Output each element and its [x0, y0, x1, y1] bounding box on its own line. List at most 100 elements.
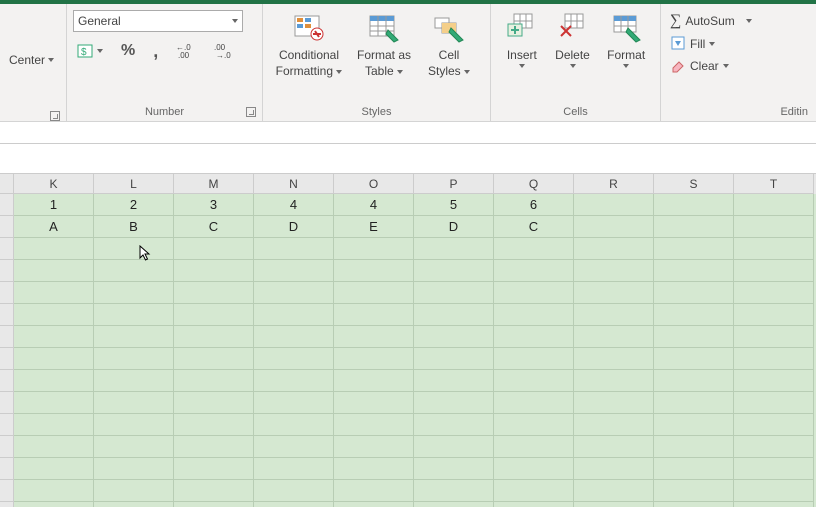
cell[interactable]: [734, 502, 814, 507]
cell[interactable]: [254, 370, 334, 392]
cell[interactable]: [94, 392, 174, 414]
cell[interactable]: [574, 216, 654, 238]
column-header[interactable]: M: [174, 174, 254, 194]
cell[interactable]: [174, 480, 254, 502]
cell[interactable]: [574, 348, 654, 370]
row-header[interactable]: [0, 194, 14, 216]
cell[interactable]: [334, 414, 414, 436]
cell[interactable]: A: [14, 216, 94, 238]
cell[interactable]: [734, 392, 814, 414]
cell[interactable]: [94, 260, 174, 282]
cell[interactable]: [94, 326, 174, 348]
cell[interactable]: [654, 282, 734, 304]
cell[interactable]: [494, 348, 574, 370]
cell[interactable]: [734, 304, 814, 326]
row-header[interactable]: [0, 304, 14, 326]
cell[interactable]: [414, 392, 494, 414]
cell[interactable]: [94, 414, 174, 436]
cell[interactable]: [494, 502, 574, 507]
cell[interactable]: [414, 282, 494, 304]
cell[interactable]: [734, 458, 814, 480]
cell[interactable]: [414, 260, 494, 282]
cell[interactable]: [574, 480, 654, 502]
cell[interactable]: [174, 304, 254, 326]
column-header[interactable]: O: [334, 174, 414, 194]
column-header[interactable]: R: [574, 174, 654, 194]
delete-button[interactable]: Delete: [547, 8, 599, 68]
decrease-decimal-button[interactable]: .00→.0: [211, 40, 237, 62]
cell[interactable]: [574, 414, 654, 436]
merge-center-button[interactable]: Center: [6, 51, 60, 69]
cell[interactable]: [334, 480, 414, 502]
insert-button[interactable]: Insert: [497, 8, 547, 68]
cell[interactable]: [414, 480, 494, 502]
cell[interactable]: [574, 260, 654, 282]
cell[interactable]: [254, 502, 334, 507]
format-button[interactable]: Format: [598, 8, 654, 68]
cell[interactable]: [734, 216, 814, 238]
select-all-corner[interactable]: [0, 174, 14, 194]
cell[interactable]: [734, 282, 814, 304]
cell[interactable]: [334, 348, 414, 370]
cell[interactable]: [14, 348, 94, 370]
row-header[interactable]: [0, 216, 14, 238]
cell[interactable]: [174, 238, 254, 260]
format-as-table-button[interactable]: Format as Table: [349, 8, 419, 78]
cell[interactable]: [734, 480, 814, 502]
row-header[interactable]: [0, 414, 14, 436]
cell[interactable]: [254, 282, 334, 304]
cell[interactable]: [94, 282, 174, 304]
cell[interactable]: [174, 414, 254, 436]
cell[interactable]: [654, 260, 734, 282]
cell[interactable]: [654, 216, 734, 238]
cell[interactable]: [574, 194, 654, 216]
cell[interactable]: [414, 348, 494, 370]
cell[interactable]: [654, 414, 734, 436]
row-header[interactable]: [0, 326, 14, 348]
number-format-combo[interactable]: General: [73, 10, 243, 32]
increase-decimal-button[interactable]: ←.0.00: [173, 40, 199, 62]
cell[interactable]: [654, 480, 734, 502]
cell[interactable]: [94, 238, 174, 260]
cell[interactable]: [14, 326, 94, 348]
cell[interactable]: [574, 436, 654, 458]
cell[interactable]: B: [94, 216, 174, 238]
cell[interactable]: [14, 436, 94, 458]
row-header[interactable]: [0, 392, 14, 414]
cell[interactable]: [254, 260, 334, 282]
clear-button[interactable]: Clear: [667, 56, 810, 76]
cell[interactable]: [14, 502, 94, 507]
cell[interactable]: [654, 458, 734, 480]
cell[interactable]: [494, 414, 574, 436]
cell[interactable]: [334, 238, 414, 260]
cell[interactable]: [734, 260, 814, 282]
cell[interactable]: [14, 480, 94, 502]
cell[interactable]: [494, 282, 574, 304]
row-header[interactable]: [0, 238, 14, 260]
cell[interactable]: [254, 392, 334, 414]
column-headers[interactable]: KLMNOPQRST: [0, 174, 816, 194]
cell[interactable]: [334, 282, 414, 304]
column-header[interactable]: L: [94, 174, 174, 194]
row-header[interactable]: [0, 370, 14, 392]
cell[interactable]: [654, 326, 734, 348]
cell[interactable]: [174, 348, 254, 370]
cell[interactable]: [734, 370, 814, 392]
fill-button[interactable]: Fill: [667, 34, 810, 54]
row-header[interactable]: [0, 480, 14, 502]
cell[interactable]: [414, 304, 494, 326]
cell[interactable]: [494, 458, 574, 480]
cell[interactable]: [494, 392, 574, 414]
cell[interactable]: C: [174, 216, 254, 238]
cell[interactable]: [14, 238, 94, 260]
row-header[interactable]: [0, 502, 14, 507]
cell[interactable]: [94, 436, 174, 458]
cell[interactable]: [414, 502, 494, 507]
cell[interactable]: [94, 348, 174, 370]
cell[interactable]: [574, 392, 654, 414]
cell[interactable]: [734, 194, 814, 216]
cell[interactable]: [254, 238, 334, 260]
cell[interactable]: [734, 348, 814, 370]
cell[interactable]: D: [414, 216, 494, 238]
cell[interactable]: [574, 370, 654, 392]
